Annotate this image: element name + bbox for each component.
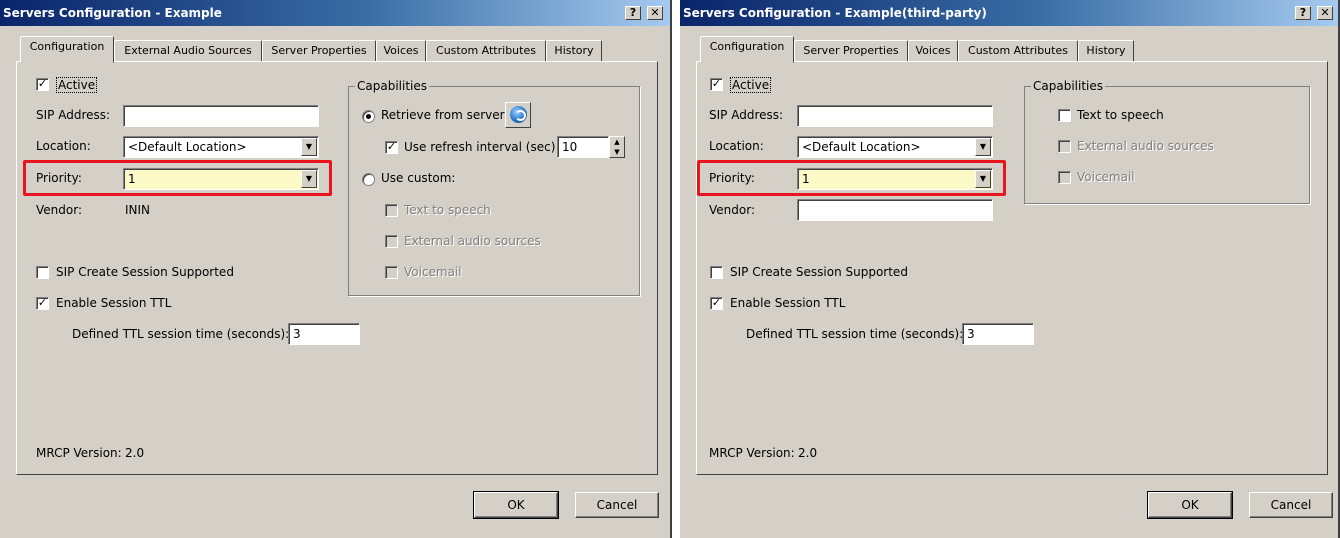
enable-session-ttl-label: Enable Session TTL [56,296,172,310]
window-title: Servers Configuration - Example(third-pa… [683,6,987,20]
mrcp-version-value: 2.0 [125,446,145,460]
enable-session-ttl-checkbox[interactable]: ✓ [36,297,49,310]
mrcp-version-label: MRCP Version: [36,446,122,460]
active-checkbox[interactable]: ✓ [36,78,49,91]
refresh-interval-spinner[interactable]: ▲ ▼ [609,136,625,158]
title-bar: Servers Configuration - Example ? ✕ [0,0,670,26]
cancel-button[interactable]: Cancel [575,492,659,518]
priority-label: Priority: [36,171,82,185]
radio-dot-icon [366,114,371,119]
use-refresh-interval-checkbox[interactable]: ✓ [385,141,398,154]
voicemail-checkbox [1058,171,1071,184]
ttl-session-time-label: Defined TTL session time (seconds): [746,327,964,341]
external-audio-sources-checkbox [385,235,398,248]
mrcp-version-value: 2.0 [798,446,818,460]
tab-external-audio-sources[interactable]: External Audio Sources [114,40,262,62]
chevron-down-icon[interactable]: ▼ [301,170,317,188]
retrieve-from-server-label: Retrieve from server [381,108,505,122]
spin-down-icon[interactable]: ▼ [610,147,624,157]
priority-value: 1 [802,172,810,186]
location-value: <Default Location> [802,140,921,154]
dialog-servers-configuration-third-party: Servers Configuration - Example(third-pa… [680,0,1340,538]
title-bar: Servers Configuration - Example(third-pa… [680,0,1338,26]
sip-address-label: SIP Address: [36,108,111,122]
tab-history[interactable]: History [546,40,602,62]
use-refresh-interval-label: Use refresh interval (sec) [404,140,556,154]
text-to-speech-checkbox[interactable] [1058,109,1071,122]
chevron-down-icon[interactable]: ▼ [301,138,317,156]
text-to-speech-checkbox [385,204,398,217]
refresh-icon[interactable] [505,102,531,128]
tab-custom-attributes[interactable]: Custom Attributes [426,40,546,62]
active-label: Active [730,77,772,93]
location-label: Location: [36,139,91,153]
tab-custom-attributes[interactable]: Custom Attributes [958,40,1078,62]
priority-select[interactable]: 1 ▼ [797,168,993,190]
refresh-interval-input[interactable]: 10 [557,136,609,158]
tab-history[interactable]: History [1078,40,1134,62]
sip-create-session-checkbox[interactable] [36,266,49,279]
priority-label: Priority: [709,171,755,185]
active-checkbox[interactable]: ✓ [710,78,723,91]
sip-address-input[interactable] [123,105,319,127]
location-select[interactable]: <Default Location> ▼ [123,136,319,158]
sip-create-session-label: SIP Create Session Supported [56,265,234,279]
location-select[interactable]: <Default Location> ▼ [797,136,993,158]
close-button[interactable]: ✕ [1317,6,1333,20]
vendor-input[interactable] [797,199,993,221]
priority-value: 1 [128,172,136,186]
spin-up-icon[interactable]: ▲ [610,137,624,147]
active-label: Active [56,77,98,93]
tab-configuration[interactable]: Configuration [700,36,794,63]
voicemail-checkbox [385,266,398,279]
capabilities-title: Capabilities [355,79,429,93]
tab-voices[interactable]: Voices [376,40,426,62]
location-value: <Default Location> [128,140,247,154]
sip-address-label: SIP Address: [709,108,784,122]
dialog-servers-configuration: Servers Configuration - Example ? ✕ Conf… [0,0,672,538]
tab-server-properties[interactable]: Server Properties [262,40,376,62]
mrcp-version-label: MRCP Version: [709,446,795,460]
retrieve-from-server-radio[interactable] [362,110,375,123]
external-audio-sources-label: External audio sources [404,234,541,248]
ok-button[interactable]: OK [473,491,559,519]
tab-configuration[interactable]: Configuration [20,36,114,63]
help-button[interactable]: ? [1295,6,1311,20]
text-to-speech-label: Text to speech [1077,108,1164,122]
ok-button[interactable]: OK [1147,491,1233,519]
enable-session-ttl-checkbox[interactable]: ✓ [710,297,723,310]
external-audio-sources-label: External audio sources [1077,139,1214,153]
vendor-label: Vendor: [36,203,82,217]
ttl-session-time-input[interactable]: 3 [288,323,360,345]
voicemail-label: Voicemail [1077,170,1135,184]
priority-select[interactable]: 1 ▼ [123,168,319,190]
close-button[interactable]: ✕ [647,6,663,20]
ttl-session-time-input[interactable]: 3 [962,323,1034,345]
cancel-button[interactable]: Cancel [1249,492,1333,518]
use-custom-label: Use custom: [381,171,456,185]
vendor-label: Vendor: [709,203,755,217]
chevron-down-icon[interactable]: ▼ [975,170,991,188]
ttl-session-time-label: Defined TTL session time (seconds): [72,327,290,341]
window-title: Servers Configuration - Example [3,6,222,20]
sip-create-session-checkbox[interactable] [710,266,723,279]
tab-voices[interactable]: Voices [908,40,958,62]
text-to-speech-label: Text to speech [404,203,491,217]
voicemail-label: Voicemail [404,265,462,279]
external-audio-sources-checkbox [1058,140,1071,153]
sip-address-input[interactable] [797,105,993,127]
enable-session-ttl-label: Enable Session TTL [730,296,846,310]
capabilities-title: Capabilities [1031,79,1105,93]
help-button[interactable]: ? [625,6,641,20]
use-custom-radio[interactable] [362,173,375,186]
vendor-value: ININ [125,203,151,217]
chevron-down-icon[interactable]: ▼ [975,138,991,156]
sip-create-session-label: SIP Create Session Supported [730,265,908,279]
location-label: Location: [709,139,764,153]
tab-server-properties[interactable]: Server Properties [794,40,908,62]
